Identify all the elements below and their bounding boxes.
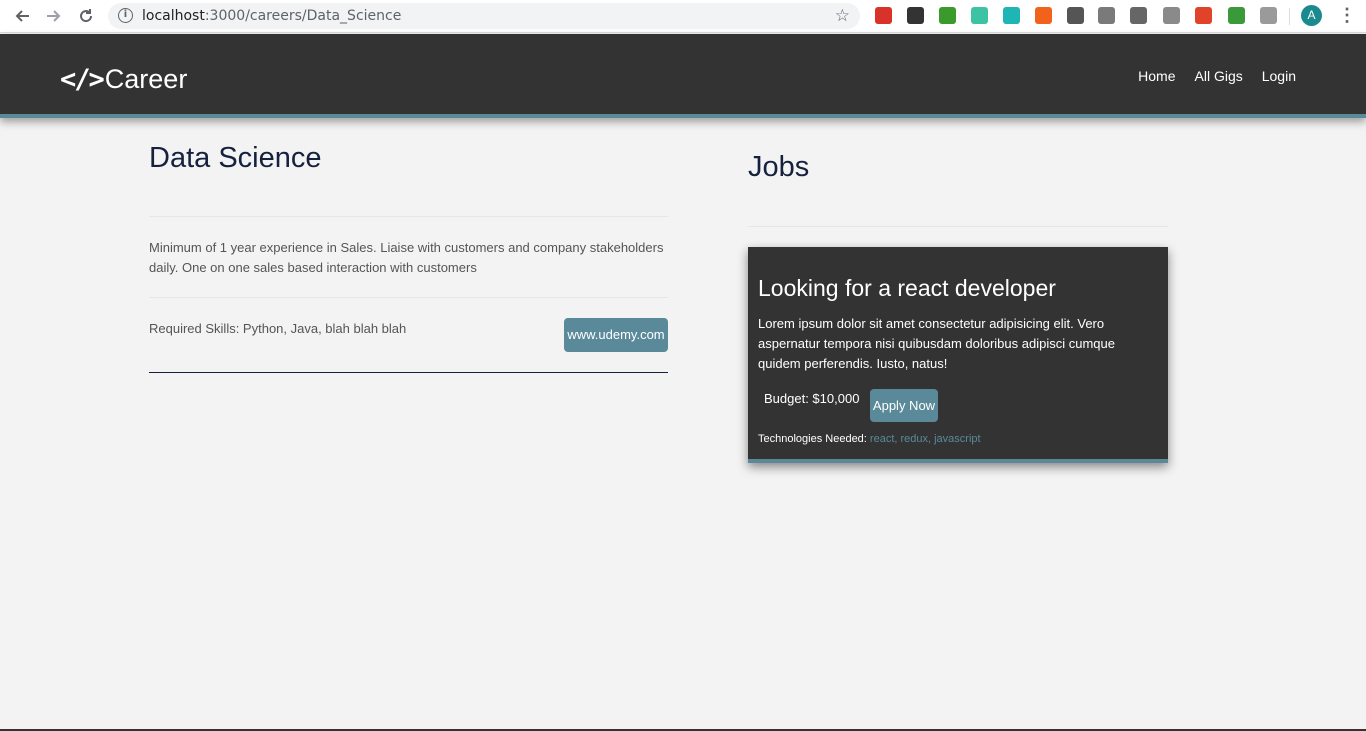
url-host: localhost (142, 8, 205, 24)
bookmark-star-icon[interactable]: ☆ (835, 6, 850, 26)
profile-avatar[interactable]: A (1301, 5, 1322, 26)
divider (149, 372, 668, 373)
browser-toolbar: i localhost:3000/careers/Data_Science ☆ … (0, 0, 1366, 33)
extension-icon[interactable] (1130, 7, 1147, 24)
technologies-label: Technologies Needed: (758, 433, 867, 445)
code-logo-icon: </> (60, 64, 105, 95)
extension-icon[interactable] (1163, 7, 1180, 24)
technology-tags[interactable]: react, redux, javascript (870, 433, 981, 445)
job-budget: Budget: $10,000 (764, 391, 860, 406)
nav-links: Home All Gigs Login (1138, 68, 1296, 84)
info-icon[interactable]: i (118, 8, 133, 23)
site-navbar: </> Career Home All Gigs Login (0, 34, 1366, 118)
divider (149, 216, 668, 217)
jobs-heading: Jobs (748, 151, 810, 183)
job-card: Looking for a react developer Lorem ipsu… (748, 247, 1168, 463)
toolbar-divider (1289, 8, 1290, 25)
extension-icon[interactable] (971, 7, 988, 24)
nav-link-all-gigs[interactable]: All Gigs (1195, 68, 1243, 84)
extension-icon[interactable] (907, 7, 924, 24)
extension-icon[interactable] (875, 7, 892, 24)
address-bar[interactable]: i localhost:3000/careers/Data_Science ☆ (108, 3, 860, 29)
extension-icon[interactable] (1067, 7, 1084, 24)
career-description: Minimum of 1 year experience in Sales. L… (149, 240, 664, 275)
extension-icon[interactable] (1035, 7, 1052, 24)
nav-link-login[interactable]: Login (1262, 68, 1296, 84)
extension-icon[interactable] (939, 7, 956, 24)
extension-icon[interactable] (1260, 7, 1277, 24)
technologies-needed: Technologies Needed: react, redux, javas… (758, 433, 981, 445)
job-title: Looking for a react developer (758, 275, 1056, 301)
reload-icon[interactable] (75, 5, 97, 27)
apply-now-button[interactable]: Apply Now (870, 389, 938, 422)
back-icon[interactable] (11, 5, 33, 27)
page-title: Data Science (149, 142, 322, 174)
extension-icon[interactable] (1195, 7, 1212, 24)
job-description: Lorem ipsum dolor sit amet consectetur a… (758, 316, 1115, 371)
extension-icon[interactable] (1098, 7, 1115, 24)
brand-text: Career (104, 64, 188, 94)
nav-link-home[interactable]: Home (1138, 68, 1175, 84)
brand[interactable]: </> Career (60, 64, 187, 95)
extension-icon[interactable] (1003, 7, 1020, 24)
extension-icon[interactable] (1228, 7, 1245, 24)
browser-menu-icon[interactable]: ⋮ (1338, 5, 1356, 27)
course-link-button[interactable]: www.udemy.com (564, 318, 668, 352)
forward-icon[interactable] (43, 5, 65, 27)
url-text[interactable]: localhost:3000/careers/Data_Science (142, 8, 401, 24)
divider (149, 297, 668, 298)
required-skills: Required Skills: Python, Java, blah blah… (149, 321, 407, 336)
url-path: :3000/careers/Data_Science (204, 8, 402, 24)
divider (748, 226, 1168, 227)
